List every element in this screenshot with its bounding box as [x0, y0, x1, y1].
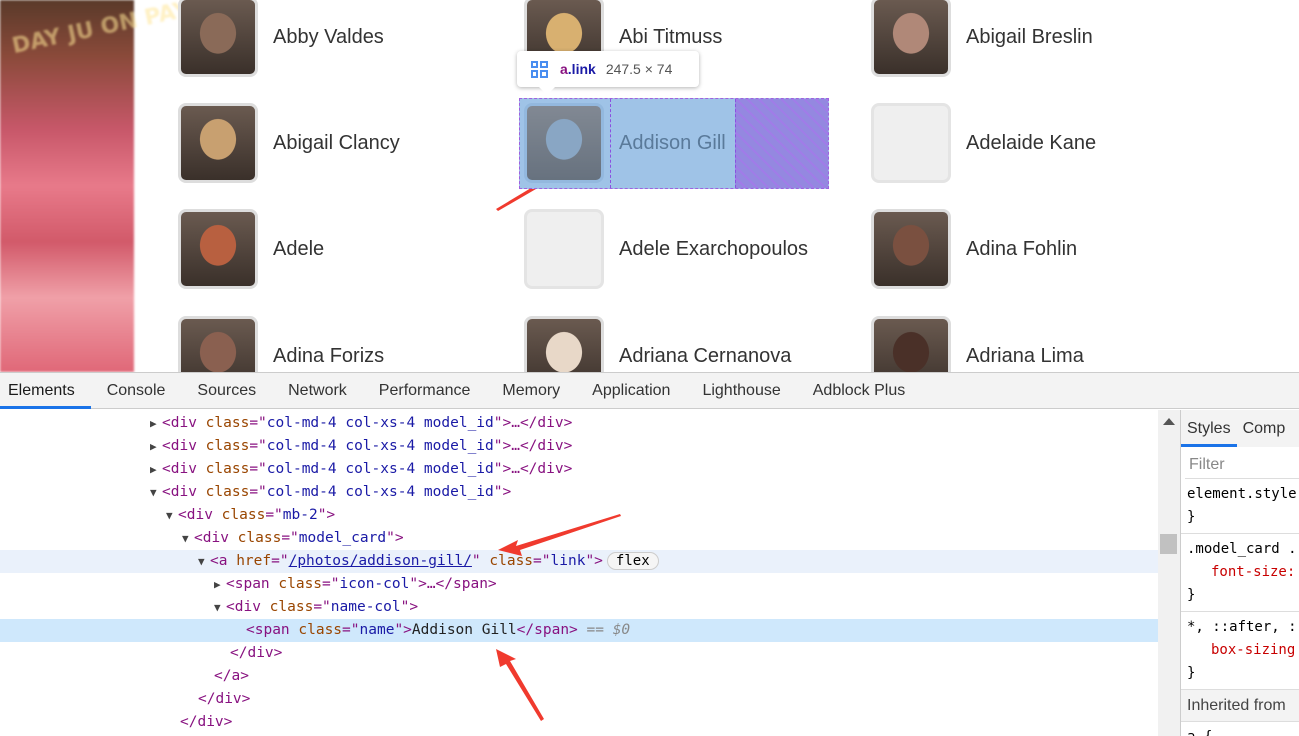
tree-node[interactable]: ▼ <div class="model_card">	[0, 527, 1158, 550]
avatar	[524, 316, 604, 372]
tab-lighthouse[interactable]: Lighthouse	[686, 373, 796, 408]
tab-memory[interactable]: Memory	[486, 373, 576, 408]
model-card-link[interactable]: Adriana Lima	[871, 316, 1084, 372]
styles-pane: StylesComp Filter element.style {} .mode…	[1180, 410, 1299, 736]
scroll-thumb[interactable]	[1160, 534, 1177, 554]
tree-node[interactable]: ▶ <div class="col-md-4 col-xs-4 model_id"…	[0, 458, 1158, 481]
model-name: Addison Gill	[619, 131, 726, 154]
elements-tree: ▶ <div class="col-md-4 col-xs-4 model_id"…	[0, 410, 1158, 736]
avatar	[178, 316, 258, 372]
tree-node[interactable]: ▶ <div class="col-md-4 col-xs-4 model_id"…	[0, 412, 1158, 435]
model-card-link[interactable]: Adelaide Kane	[871, 103, 1096, 183]
avatar	[871, 209, 951, 289]
model-name: Adina Fohlin	[966, 237, 1078, 260]
model-name: Abi Titmuss	[619, 25, 723, 48]
tab-computed[interactable]: Comp	[1237, 410, 1292, 447]
avatar	[871, 316, 951, 372]
tree-node[interactable]: ▼ <div class="col-md-4 col-xs-4 model_id"…	[0, 481, 1158, 504]
model-card-link[interactable]: Adina Forizs	[178, 316, 384, 372]
avatar	[524, 209, 604, 289]
avatar	[871, 103, 951, 183]
tab-console[interactable]: Console	[91, 373, 182, 408]
model-card-link[interactable]: Abby Valdes	[178, 0, 384, 77]
tree-node-selected[interactable]: <span class="name">Addison Gill</span> =…	[0, 619, 1158, 642]
web-page: DAY JU ON PAY-PER Abby Valdes Abi Titmuss…	[0, 0, 1299, 372]
style-rule[interactable]: .model_card . font-size:}	[1181, 534, 1299, 612]
model-name: Abigail Clancy	[273, 131, 400, 154]
tree-node[interactable]: ▶ <div class="col-md-4 col-xs-4 model_id"…	[0, 435, 1158, 458]
model-name: Abby Valdes	[273, 25, 384, 48]
tooltip-dimensions: 247.5 × 74	[605, 61, 673, 77]
tree-node-link[interactable]: ▼ <a href="/photos/addison-gill/" class="…	[0, 550, 1158, 573]
tree-node[interactable]: </div>	[0, 688, 1158, 711]
tree-node[interactable]: </div>	[0, 711, 1158, 734]
model-name: Adriana Cernanova	[619, 344, 792, 367]
style-rule[interactable]: a {	[1181, 722, 1299, 736]
avatar	[524, 103, 604, 183]
tooltip-selector: a.link	[560, 61, 596, 77]
inherited-header: Inherited from	[1181, 690, 1299, 722]
tab-performance[interactable]: Performance	[363, 373, 487, 408]
model-name: Adele Exarchopoulos	[619, 237, 809, 260]
poster-image: DAY JU ON PAY-PER	[0, 0, 244, 372]
scroll-up-icon[interactable]	[1163, 418, 1175, 425]
tree-node[interactable]: ▶ <span class="icon-col">…</span>	[0, 573, 1158, 596]
model-card-link[interactable]: Adele Exarchopoulos	[524, 209, 808, 289]
styles-filter-input[interactable]: Filter	[1185, 451, 1299, 479]
style-rule[interactable]: *, ::after, : box-sizing}	[1181, 612, 1299, 690]
model-card-link[interactable]: Abigail Clancy	[178, 103, 400, 183]
avatar	[178, 103, 258, 183]
tree-node[interactable]: ▼ <div class="mb-2">	[0, 504, 1158, 527]
style-rule[interactable]: element.style {}	[1181, 479, 1299, 534]
avatar	[178, 0, 258, 77]
vertical-scrollbar[interactable]	[1158, 410, 1180, 736]
model-card-link[interactable]: Abigail Breslin	[871, 0, 1093, 77]
tree-node[interactable]: </a>	[0, 665, 1158, 688]
grid-layout-icon	[531, 60, 548, 78]
tab-sources[interactable]: Sources	[181, 373, 272, 408]
tab-network[interactable]: Network	[272, 373, 363, 408]
devtools-panel: Elements Console Sources Network Performance…	[0, 372, 1299, 736]
model-card-link[interactable]: Adina Fohlin	[871, 209, 1077, 289]
tab-adblock-plus[interactable]: Adblock Plus	[797, 373, 922, 408]
avatar	[871, 0, 951, 77]
devtools-tabs: Elements Console Sources Network Performance…	[0, 373, 1299, 409]
avatar	[178, 209, 258, 289]
model-card-link[interactable]: Adriana Cernanova	[524, 316, 791, 372]
tab-elements[interactable]: Elements	[0, 373, 91, 409]
tab-application[interactable]: Application	[576, 373, 686, 408]
href-link[interactable]: /photos/addison-gill/	[289, 553, 472, 569]
model-name: Adelaide Kane	[966, 131, 1097, 154]
inspect-tooltip: a.link 247.5 × 74	[517, 51, 699, 95]
model-name: Adele	[273, 237, 325, 260]
tree-node[interactable]: ▼ <div class="name-col">	[0, 596, 1158, 619]
model-card-link[interactable]: Adele	[178, 209, 324, 289]
model-card-link[interactable]: Addison Gill	[524, 103, 726, 183]
tree-node[interactable]: </div>	[0, 642, 1158, 665]
tab-styles[interactable]: Styles	[1181, 410, 1237, 447]
model-name: Abigail Breslin	[966, 25, 1093, 48]
model-name: Adina Forizs	[273, 344, 385, 367]
flex-badge[interactable]: flex	[606, 552, 659, 570]
model-name: Adriana Lima	[966, 344, 1084, 367]
